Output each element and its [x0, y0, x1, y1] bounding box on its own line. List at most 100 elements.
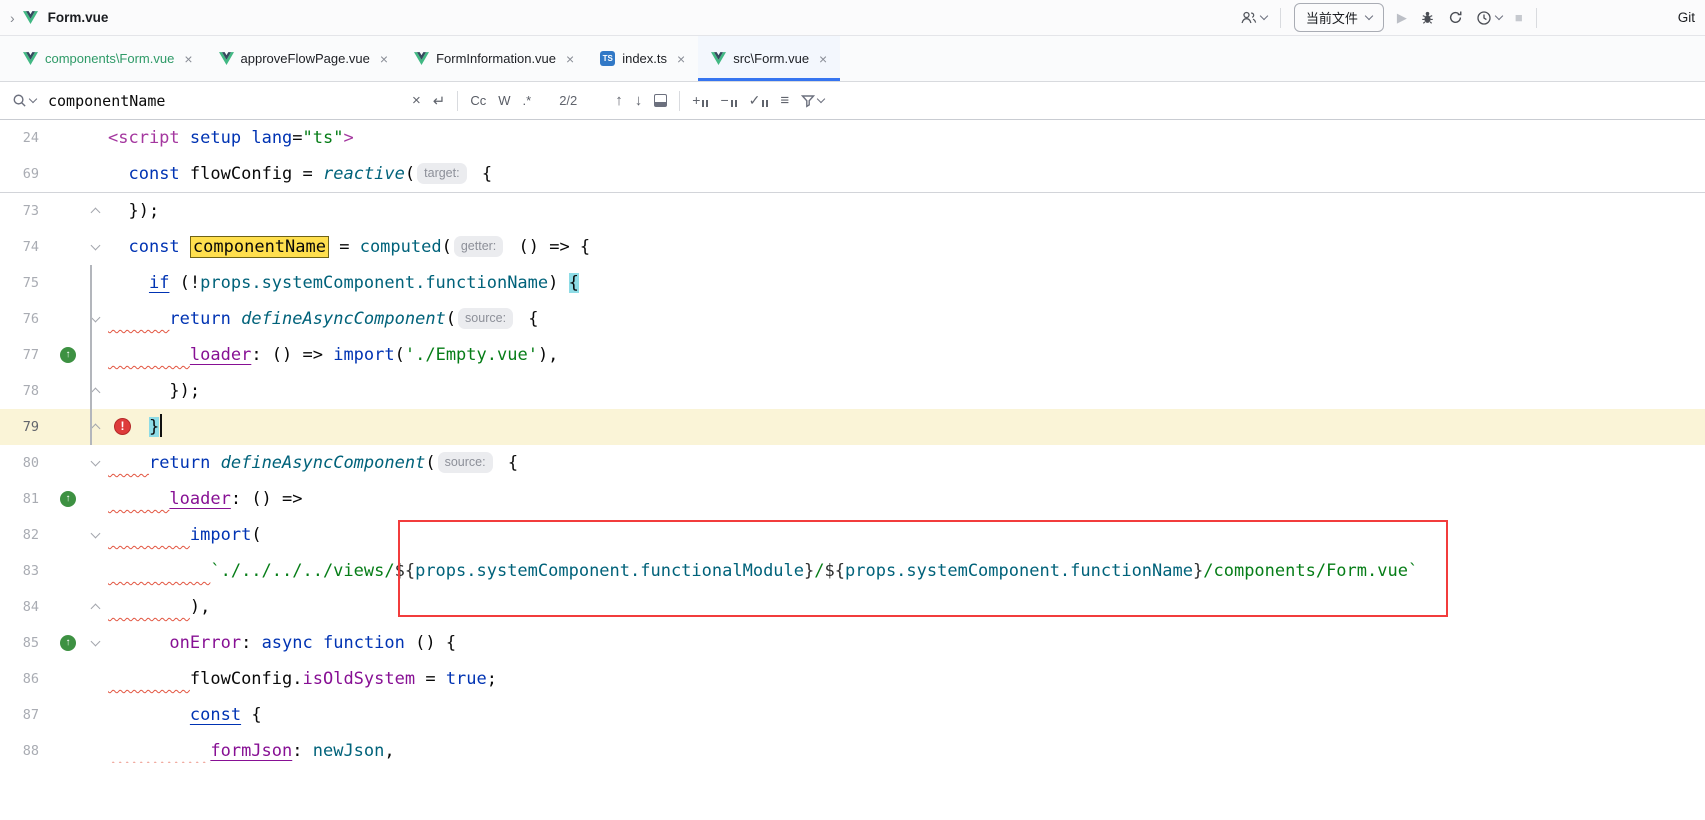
- select-all-matches-button[interactable]: ✓: [749, 94, 769, 107]
- code-editor[interactable]: 24<script setup lang="ts">69 const flowC…: [0, 120, 1705, 820]
- fold-down-icon[interactable]: [91, 637, 101, 647]
- code-line-content[interactable]: `./../../../views/${props.systemComponen…: [108, 553, 1705, 589]
- code-line-content[interactable]: loader: () =>: [108, 481, 1705, 517]
- next-match-button[interactable]: ↓: [635, 92, 643, 109]
- fold-down-icon[interactable]: [91, 529, 101, 539]
- code-line[interactable]: 75 if (!props.systemComponent.functionNa…: [0, 265, 1705, 301]
- line-number[interactable]: 81: [0, 481, 48, 517]
- code-line-content[interactable]: flowConfig.isOldSystem = true;: [108, 661, 1705, 697]
- run-config-selector[interactable]: 当前文件: [1294, 3, 1384, 32]
- stop-button[interactable]: ■: [1515, 10, 1523, 25]
- green-arrow-gutter-icon[interactable]: ↑: [60, 635, 76, 651]
- code-line[interactable]: 83 `./../../../views/${props.systemCompo…: [0, 553, 1705, 589]
- green-arrow-gutter-icon[interactable]: ↑: [60, 491, 76, 507]
- search-input[interactable]: componentName: [48, 92, 400, 110]
- fold-down-icon[interactable]: [91, 457, 101, 467]
- tab-close-icon[interactable]: ×: [380, 51, 388, 67]
- tab-close-icon[interactable]: ×: [566, 51, 574, 67]
- code-line[interactable]: 73 });: [0, 193, 1705, 229]
- line-number[interactable]: 75: [0, 265, 48, 301]
- git-menu[interactable]: Git: [1678, 10, 1695, 25]
- line-number[interactable]: 78: [0, 373, 48, 409]
- line-number[interactable]: 80: [0, 445, 48, 481]
- fold-up-icon[interactable]: [91, 388, 101, 398]
- clear-search-icon[interactable]: ×: [412, 92, 421, 109]
- chevron-right-icon[interactable]: ›: [10, 10, 15, 26]
- code-line[interactable]: 77↑ loader: () => import('./Empty.vue'),: [0, 337, 1705, 373]
- green-arrow-gutter-icon[interactable]: ↑: [60, 347, 76, 363]
- open-in-find-window-button[interactable]: [654, 94, 667, 107]
- code-line[interactable]: 79 ! }: [0, 409, 1705, 445]
- code-line[interactable]: 86 flowConfig.isOldSystem = true;: [0, 661, 1705, 697]
- editor-tab[interactable]: approveFlowPage.vue×: [206, 36, 402, 81]
- code-line[interactable]: 80 return defineAsyncComponent(source: {: [0, 445, 1705, 481]
- search-icon[interactable]: [12, 93, 36, 108]
- code-line-content[interactable]: ),: [108, 589, 1705, 625]
- line-number[interactable]: 83: [0, 553, 48, 589]
- fold-down-icon[interactable]: [91, 313, 101, 323]
- line-number[interactable]: 79: [0, 409, 48, 445]
- previous-match-button[interactable]: ↑: [615, 92, 623, 109]
- add-selection-button[interactable]: +: [692, 94, 708, 107]
- tab-close-icon[interactable]: ×: [677, 51, 685, 67]
- regex-toggle[interactable]: .*: [523, 93, 532, 108]
- fold-up-icon[interactable]: [91, 208, 101, 218]
- code-line-content[interactable]: const componentName = computed(getter: (…: [108, 229, 1705, 265]
- code-line-content[interactable]: });: [108, 193, 1705, 229]
- code-line[interactable]: 88 formJson: newJson,: [0, 733, 1705, 769]
- line-number[interactable]: 84: [0, 589, 48, 625]
- filter-button[interactable]: [801, 94, 824, 108]
- code-line-content[interactable]: return defineAsyncComponent(source: {: [108, 445, 1705, 481]
- code-line-content[interactable]: import(: [108, 517, 1705, 553]
- editor-tab[interactable]: FormInformation.vue×: [401, 36, 587, 81]
- code-line[interactable]: 87 const {: [0, 697, 1705, 733]
- code-line-content[interactable]: const flowConfig = reactive(target: {: [108, 156, 1705, 192]
- fold-up-icon[interactable]: [91, 424, 101, 434]
- editor-tab-active[interactable]: src\Form.vue×: [698, 36, 840, 81]
- code-line[interactable]: 81 ↑ loader: () =>: [0, 481, 1705, 517]
- rerun-button[interactable]: [1448, 10, 1463, 25]
- code-line[interactable]: 84 ),: [0, 589, 1705, 625]
- code-line-content[interactable]: ! }: [108, 409, 1705, 445]
- code-line-content[interactable]: if (!props.systemComponent.functionName)…: [108, 265, 1705, 301]
- line-number[interactable]: 82: [0, 517, 48, 553]
- fold-up-icon[interactable]: [91, 604, 101, 614]
- code-line-content[interactable]: const {: [108, 697, 1705, 733]
- code-line[interactable]: 82 import(: [0, 517, 1705, 553]
- code-line[interactable]: 69 const flowConfig = reactive(target: {: [0, 156, 1705, 192]
- users-button[interactable]: [1240, 10, 1267, 26]
- line-number[interactable]: 76: [0, 301, 48, 337]
- newline-icon[interactable]: ↵: [433, 92, 446, 110]
- line-number[interactable]: 88: [0, 733, 48, 769]
- search-options-button[interactable]: ≡: [780, 92, 789, 109]
- code-line[interactable]: 78 });: [0, 373, 1705, 409]
- tab-close-icon[interactable]: ×: [819, 51, 827, 67]
- code-line[interactable]: 76 return defineAsyncComponent(source: {: [0, 301, 1705, 337]
- line-number[interactable]: 24: [0, 120, 48, 156]
- error-icon[interactable]: !: [114, 418, 131, 435]
- code-line-content[interactable]: return defineAsyncComponent(source: {: [108, 301, 1705, 337]
- debug-button[interactable]: [1420, 10, 1435, 25]
- code-line[interactable]: 74 const componentName = computed(getter…: [0, 229, 1705, 265]
- code-line-content[interactable]: loader: () => import('./Empty.vue'),: [108, 337, 1705, 373]
- code-line-content[interactable]: onError: async function () {: [108, 625, 1705, 661]
- whole-words-toggle[interactable]: W: [498, 93, 510, 108]
- code-line-content[interactable]: <script setup lang="ts">: [108, 120, 1705, 156]
- match-case-toggle[interactable]: Cc: [470, 93, 486, 108]
- line-number[interactable]: 86: [0, 661, 48, 697]
- run-button[interactable]: ▶: [1397, 10, 1407, 26]
- code-line[interactable]: 85 ↑ onError: async function () {: [0, 625, 1705, 661]
- profiler-button[interactable]: [1476, 10, 1502, 26]
- editor-tab[interactable]: TSindex.ts×: [587, 36, 698, 81]
- tab-close-icon[interactable]: ×: [184, 51, 192, 67]
- remove-selection-button[interactable]: −: [720, 94, 736, 107]
- line-number[interactable]: 85: [0, 625, 48, 661]
- editor-tab[interactable]: components\Form.vue×: [10, 36, 206, 81]
- code-line-content[interactable]: });: [108, 373, 1705, 409]
- code-line-content[interactable]: formJson: newJson,: [108, 733, 1705, 769]
- line-number[interactable]: 73: [0, 193, 48, 229]
- code-line[interactable]: 24 <script setup lang="ts">: [0, 120, 1705, 156]
- line-number[interactable]: 87: [0, 697, 48, 733]
- line-number[interactable]: 74: [0, 229, 48, 265]
- line-number[interactable]: 69: [0, 156, 48, 192]
